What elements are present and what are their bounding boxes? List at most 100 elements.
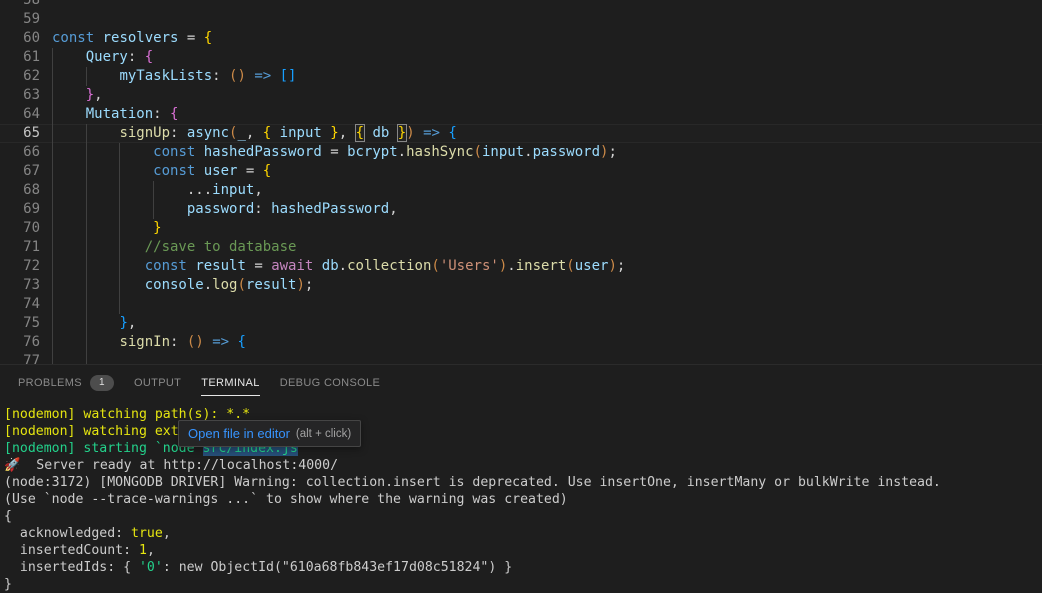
terminal-text: : new ObjectId("610a68fb843ef17d08c51824… (163, 560, 512, 575)
terminal-output[interactable]: [nodemon] watching path(s): *.*[nodemon]… (0, 400, 1042, 593)
editor-line[interactable]: 62 myTaskLists: () => [] (0, 67, 1042, 86)
line-content[interactable]: const resolvers = { (52, 29, 212, 48)
terminal-text: '0' (139, 560, 163, 575)
line-content[interactable]: signUp: async(_, { input }, { db }) => { (52, 124, 457, 143)
code-token (415, 125, 423, 141)
terminal-text: , (163, 526, 171, 541)
code-token: input (280, 125, 322, 141)
line-content[interactable]: myTaskLists: () => [] (52, 67, 296, 86)
bottom-panel: PROBLEMS1OUTPUTTERMINALDEBUG CONSOLE [no… (0, 365, 1042, 593)
code-token: { (448, 125, 456, 141)
line-content[interactable]: //save to database (52, 238, 296, 257)
line-number: 66 (0, 143, 40, 162)
panel-tab-problems[interactable]: PROBLEMS1 (8, 365, 124, 400)
editor-line[interactable]: 64 Mutation: { (0, 105, 1042, 124)
line-content[interactable]: const hashedPassword = bcrypt.hashSync(i… (52, 143, 617, 162)
editor-line[interactable]: 60const resolvers = { (0, 29, 1042, 48)
code-token (52, 87, 86, 103)
panel-tab-output[interactable]: OUTPUT (124, 365, 191, 400)
code-token: { (204, 30, 212, 46)
code-token: ( (474, 144, 482, 160)
editor-line[interactable]: 58 (0, 0, 1042, 10)
line-content[interactable]: }, (52, 86, 103, 105)
line-content[interactable]: console.log(result); (52, 276, 313, 295)
code-token (263, 258, 271, 274)
editor-line[interactable]: 67 const user = { (0, 162, 1042, 181)
code-token: ) (608, 258, 616, 274)
line-content[interactable]: signIn: () => { (52, 333, 246, 352)
code-token: db (322, 258, 339, 274)
line-content[interactable]: password: hashedPassword, (52, 200, 398, 219)
line-content[interactable]: const result = await db.collection('User… (52, 257, 625, 276)
code-token: [] (280, 68, 297, 84)
line-content[interactable]: ...input, (52, 181, 263, 200)
line-content[interactable]: } (52, 219, 162, 238)
code-token (322, 125, 330, 141)
code-token: collection (347, 258, 431, 274)
code-token: log (212, 277, 237, 293)
terminal-line: (node:3172) [MONGODB DRIVER] Warning: co… (4, 474, 1042, 491)
code-token: 'Users' (440, 258, 499, 274)
code-token (52, 182, 187, 198)
line-content[interactable]: Query: { (52, 48, 153, 67)
editor-line[interactable]: 66 const hashedPassword = bcrypt.hashSyn… (0, 143, 1042, 162)
code-token: : (212, 68, 220, 84)
terminal-line: insertedCount: 1, (4, 542, 1042, 559)
code-token: } (119, 315, 127, 331)
editor-line[interactable]: 59 (0, 10, 1042, 29)
code-token: ; (617, 258, 625, 274)
code-token: : (254, 201, 262, 217)
open-file-tooltip[interactable]: Open file in editor (alt + click) (178, 420, 361, 447)
code-token (94, 30, 102, 46)
code-token: ) (406, 125, 414, 141)
line-content[interactable]: Mutation: { (52, 105, 178, 124)
panel-tab-bar[interactable]: PROBLEMS1OUTPUTTERMINALDEBUG CONSOLE (0, 365, 1042, 400)
editor-line[interactable]: 74 (0, 295, 1042, 314)
panel-tab-debug-console[interactable]: DEBUG CONSOLE (270, 365, 391, 400)
terminal-line: [nodemon] watching path(s): *.* (4, 406, 1042, 423)
editor-line[interactable]: 72 const result = await db.collection('U… (0, 257, 1042, 276)
code-token: , (339, 125, 347, 141)
editor-line[interactable]: 69 password: hashedPassword, (0, 200, 1042, 219)
code-token (52, 125, 119, 141)
editor-line[interactable]: 75 }, (0, 314, 1042, 333)
editor-line[interactable]: 61 Query: { (0, 48, 1042, 67)
editor-line[interactable]: 68 ...input, (0, 181, 1042, 200)
code-token: () (229, 68, 246, 84)
code-editor[interactable]: 585960const resolvers = {61 Query: {62 m… (0, 0, 1042, 365)
indent-guide (119, 295, 120, 314)
editor-line[interactable]: 65 signUp: async(_, { input }, { db }) =… (0, 124, 1042, 143)
line-content[interactable]: const user = { (52, 162, 271, 181)
editor-line[interactable]: 70 } (0, 219, 1042, 238)
terminal-text: (Use `node --trace-warnings ...` to show… (4, 492, 568, 507)
line-content[interactable]: }, (52, 314, 136, 333)
editor-line[interactable]: 71 //save to database (0, 238, 1042, 257)
code-token: user (204, 163, 238, 179)
line-number: 64 (0, 105, 40, 124)
indent-guide (52, 295, 53, 314)
code-token: result (195, 258, 246, 274)
code-token (52, 201, 187, 217)
terminal-text: 1 (139, 543, 147, 558)
code-token: input (482, 144, 524, 160)
line-number: 59 (0, 10, 40, 29)
code-token: . (507, 258, 515, 274)
code-token (52, 258, 145, 274)
code-token: db (372, 125, 389, 141)
line-number: 65 (0, 124, 40, 143)
code-token: { (145, 49, 153, 65)
code-token (52, 315, 119, 331)
editor-lines[interactable]: 585960const resolvers = {61 Query: {62 m… (0, 0, 1042, 365)
panel-tab-terminal[interactable]: TERMINAL (191, 365, 269, 400)
code-token: { (356, 125, 364, 141)
tooltip-link-label[interactable]: Open file in editor (188, 426, 290, 441)
editor-line[interactable]: 76 signIn: () => { (0, 333, 1042, 352)
code-token: ; (305, 277, 313, 293)
code-token: console (145, 277, 204, 293)
code-token (254, 125, 262, 141)
code-token: insert (516, 258, 567, 274)
line-number: 72 (0, 257, 40, 276)
terminal-text: 🚀 (4, 458, 20, 473)
editor-line[interactable]: 63 }, (0, 86, 1042, 105)
editor-line[interactable]: 73 console.log(result); (0, 276, 1042, 295)
